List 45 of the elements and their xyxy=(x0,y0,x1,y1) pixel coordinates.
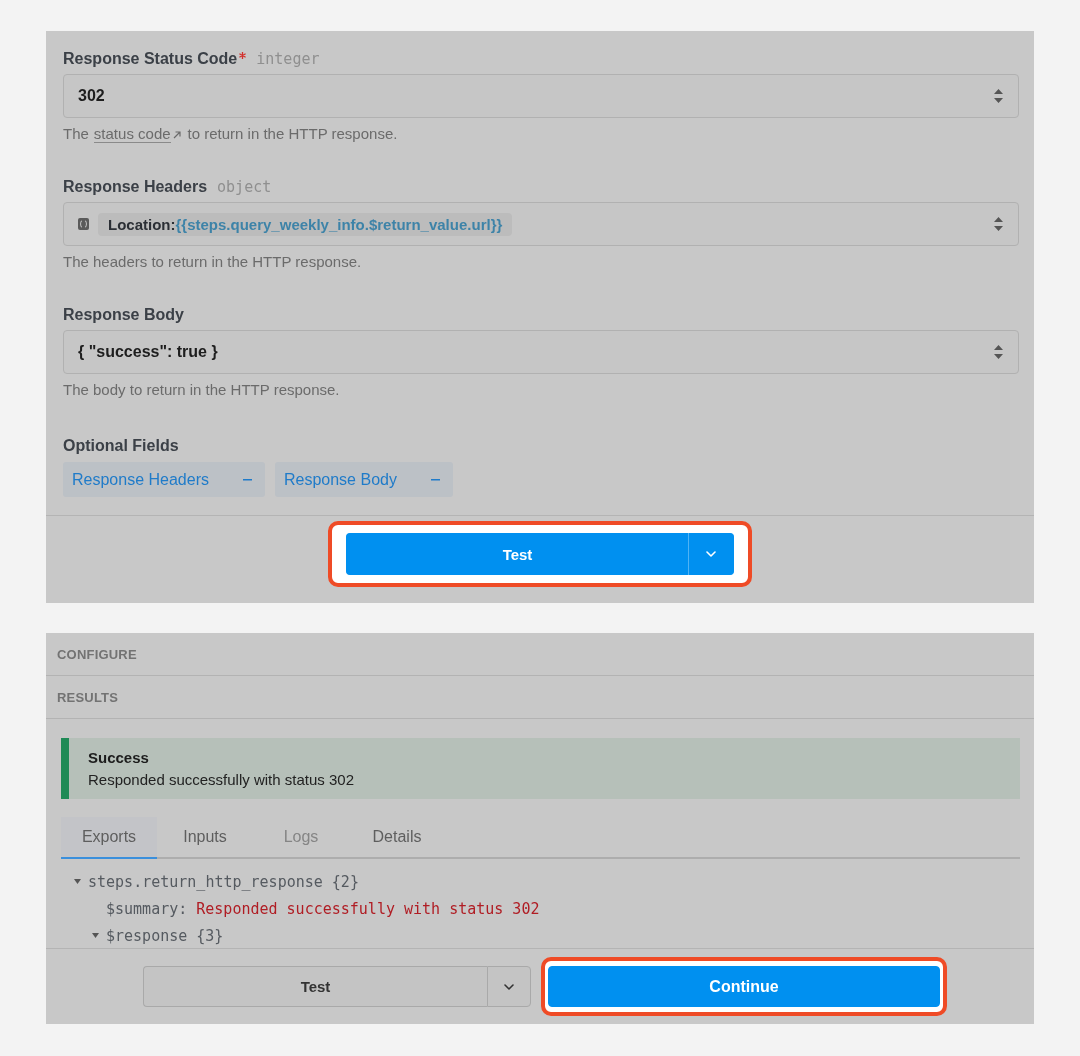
header-key: Location: xyxy=(108,215,176,233)
section-header[interactable]: RESULTS xyxy=(46,676,1034,719)
select-field[interactable]: 302 xyxy=(63,74,1019,118)
optional-field-chip[interactable]: Response Body xyxy=(274,462,453,497)
select-field[interactable]: Location:{{steps.query_weekly_info.$return_value.url}} xyxy=(63,202,1019,246)
caret-down-icon[interactable] xyxy=(92,933,99,938)
continue-button[interactable]: Continue xyxy=(548,966,940,1007)
field-type-hint: integer xyxy=(256,49,320,69)
header-value: {{steps.query_weekly_info.$return_value.url}} xyxy=(175,215,503,233)
field-value: { "success": true } xyxy=(78,343,219,361)
minus-icon xyxy=(242,478,252,481)
field-label: Response Status Code xyxy=(63,49,238,69)
test-button[interactable]: Test xyxy=(346,533,688,575)
alert-message: Responded successfully with status 302 xyxy=(88,770,355,790)
field-help-text: The body to return in the HTTP response. xyxy=(63,381,341,399)
up-down-arrows-icon xyxy=(994,345,1003,359)
field-label: Response Headers xyxy=(63,177,208,197)
tab[interactable]: Details xyxy=(349,817,445,859)
tree-node-label: steps.return_http_response {2} xyxy=(88,872,359,891)
test-button[interactable]: Test xyxy=(143,966,487,1007)
alert-title: Success xyxy=(88,748,150,768)
field-label: Response Body xyxy=(63,305,184,325)
caret-down-icon[interactable] xyxy=(74,879,81,884)
up-down-arrows-icon xyxy=(994,89,1003,103)
status-code-link[interactable]: status code xyxy=(93,126,181,143)
section-label: Optional Fields xyxy=(63,436,179,456)
tree-value: Responded successfully with status 302 xyxy=(196,899,540,918)
tab[interactable]: Exports xyxy=(61,817,157,859)
section-header[interactable]: CONFIGURE xyxy=(46,633,1034,676)
braces-icon xyxy=(78,218,89,230)
chevron-down-icon xyxy=(504,983,514,990)
field-help-text: The status code to return in the HTTP response. xyxy=(63,125,399,143)
field-type-hint: object xyxy=(217,177,272,197)
tab[interactable]: Inputs xyxy=(157,817,253,859)
external-link-icon xyxy=(172,130,181,139)
select-field[interactable]: { "success": true } xyxy=(63,330,1019,374)
field-value: 302 xyxy=(78,87,106,105)
tree-node-label: $response {3} xyxy=(106,926,224,945)
up-down-arrows-icon xyxy=(994,217,1003,231)
tree-key: $summary: xyxy=(106,899,188,918)
field-help-text: The headers to return in the HTTP response. xyxy=(63,253,363,271)
minus-icon xyxy=(430,478,440,481)
header-tag[interactable]: Location:{{steps.query_weekly_info.$return_value.url}} xyxy=(98,212,513,236)
chevron-down-icon xyxy=(706,551,716,557)
optional-field-chip[interactable]: Response Headers xyxy=(63,462,265,497)
